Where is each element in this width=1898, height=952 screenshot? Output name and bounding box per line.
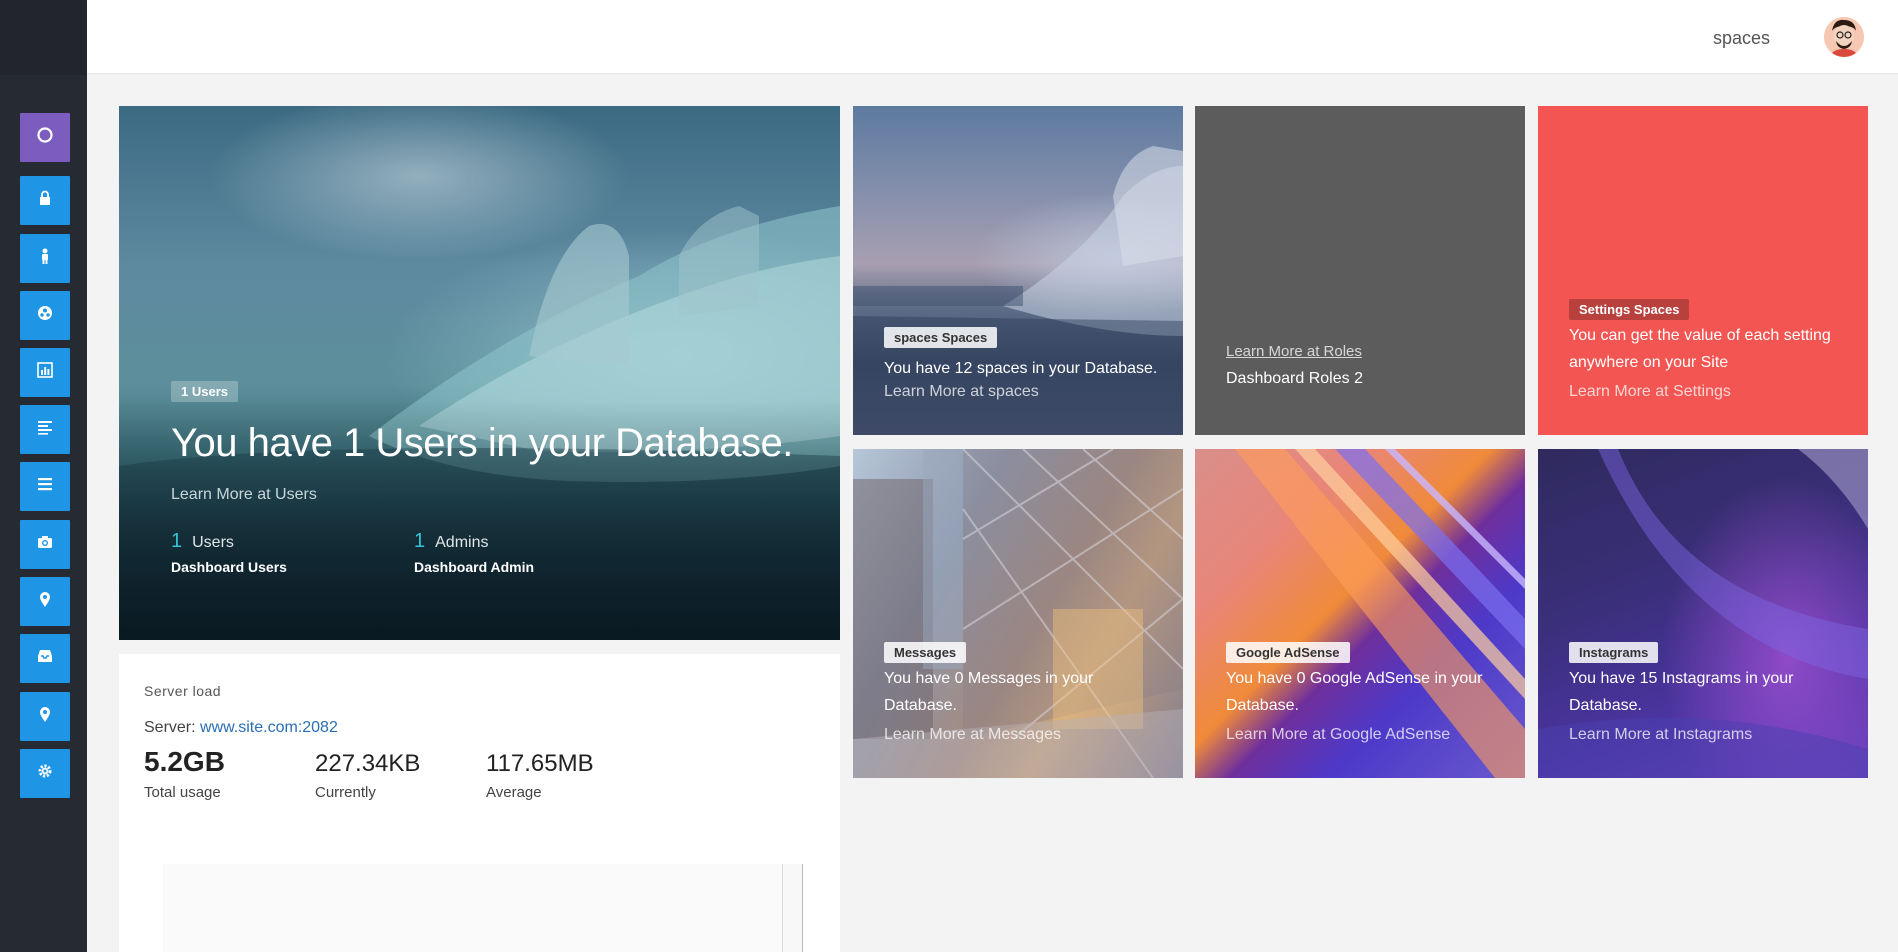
roles-tile[interactable]: Learn More at Roles Dashboard Roles 2 xyxy=(1195,106,1525,435)
location-icon xyxy=(36,705,54,728)
users-count-badge: 1 Users xyxy=(171,381,238,402)
metric-caption: Average xyxy=(486,784,542,801)
metric-value: 117.65MB xyxy=(486,750,594,777)
user-icon xyxy=(36,247,54,270)
metric-value: 227.34KB xyxy=(315,750,421,777)
adsense-tile[interactable]: Google AdSense You have 0 Google AdSense… xyxy=(1195,449,1525,778)
metric-value: 5.2GB xyxy=(144,746,225,777)
sidebar xyxy=(0,0,87,952)
server-load-chart xyxy=(163,864,803,952)
instagrams-badge: Instagrams xyxy=(1569,642,1659,663)
spaces-text: You have 12 spaces in your Database. xyxy=(884,360,1158,377)
adsense-badge: Google AdSense xyxy=(1226,642,1350,663)
learn-more-adsense-link[interactable]: Learn More at Google AdSense xyxy=(1226,726,1450,744)
map-pin-icon xyxy=(36,590,54,613)
admins-stat-label: Admins xyxy=(435,534,489,551)
camera-icon xyxy=(36,533,54,556)
metric-currently: 227.34KB Currently xyxy=(315,746,420,801)
circle-icon xyxy=(36,126,54,149)
sidebar-item-settings[interactable] xyxy=(20,749,70,798)
instagrams-tile[interactable]: Instagrams You have 15 Instagrams in you… xyxy=(1538,449,1868,778)
sidebar-item-globe[interactable] xyxy=(20,291,70,340)
globe-icon xyxy=(36,304,54,327)
metric-caption: Currently xyxy=(315,784,376,801)
spaces-tile[interactable]: spaces Spaces You have 12 spaces in your… xyxy=(853,106,1183,435)
gear-icon xyxy=(36,762,54,785)
dashboard-roles-text: Dashboard Roles 2 xyxy=(1226,370,1363,387)
dashboard-admin-link[interactable]: Dashboard Admin xyxy=(414,559,534,575)
learn-more-instagrams-link[interactable]: Learn More at Instagrams xyxy=(1569,726,1752,744)
messages-tile[interactable]: Messages You have 0 Messages in your Dat… xyxy=(853,449,1183,778)
users-stat-number: 1 xyxy=(171,530,183,552)
settings-text: You can get the value of each setting an… xyxy=(1569,327,1831,371)
sidebar-item-location[interactable] xyxy=(20,692,70,741)
learn-more-roles-link[interactable]: Learn More at Roles xyxy=(1226,343,1362,360)
metric-total-usage: 5.2GB Total usage xyxy=(144,746,225,801)
sidebar-item-chart[interactable] xyxy=(20,348,70,397)
messages-text: You have 0 Messages in your Database. xyxy=(884,670,1094,714)
menu-icon xyxy=(36,475,54,498)
learn-more-users-link[interactable]: Learn More at Users xyxy=(171,486,317,504)
sidebar-item-menu[interactable] xyxy=(20,462,70,511)
server-load-title: Server load xyxy=(144,683,222,699)
sidebar-item-user[interactable] xyxy=(20,234,70,283)
server-host-line: Server: www.site.com:2082 xyxy=(144,719,338,737)
avatar[interactable] xyxy=(1824,17,1864,57)
metric-average: 117.65MB Average xyxy=(486,746,594,801)
sidebar-item-map[interactable] xyxy=(20,577,70,626)
settings-tile[interactable]: Settings Spaces You can get the value of… xyxy=(1538,106,1868,435)
server-host-link[interactable]: www.site.com:2082 xyxy=(200,719,338,736)
messages-badge: Messages xyxy=(884,642,967,663)
learn-more-messages-link[interactable]: Learn More at Messages xyxy=(884,726,1061,744)
settings-badge: Settings Spaces xyxy=(1569,299,1690,320)
spaces-badge: spaces Spaces xyxy=(884,327,998,348)
users-stat-label: Users xyxy=(192,534,234,551)
dashboard-users-link[interactable]: Dashboard Users xyxy=(171,559,287,575)
metric-caption: Total usage xyxy=(144,784,221,801)
learn-more-spaces-link[interactable]: Learn More at spaces xyxy=(884,383,1039,401)
inbox-icon xyxy=(36,647,54,670)
admins-stat-number: 1 xyxy=(414,530,426,552)
learn-more-settings-link[interactable]: Learn More at Settings xyxy=(1569,383,1731,401)
server-prefix: Server: xyxy=(144,719,201,736)
lock-icon xyxy=(36,189,54,212)
server-load-chart-area xyxy=(163,864,783,952)
admins-stat[interactable]: 1 Admins Dashboard Admin xyxy=(414,530,534,575)
list-icon xyxy=(36,418,54,441)
users-hero-card[interactable]: 1 Users You have 1 Users in your Databas… xyxy=(119,106,840,640)
server-load-panel: Server load Server: www.site.com:2082 5.… xyxy=(119,654,840,952)
sidebar-item-inbox[interactable] xyxy=(20,634,70,683)
sidebar-header xyxy=(0,0,87,75)
topbar: spaces xyxy=(87,0,1898,74)
instagrams-text: You have 15 Instagrams in your Database. xyxy=(1569,670,1794,714)
sidebar-item-home[interactable] xyxy=(20,113,70,162)
users-stat[interactable]: 1 Users Dashboard Users xyxy=(171,530,287,575)
sidebar-item-lock[interactable] xyxy=(20,176,70,225)
adsense-text: You have 0 Google AdSense in your Databa… xyxy=(1226,670,1483,714)
hero-title: You have 1 Users in your Database. xyxy=(171,421,793,465)
user-name-label[interactable]: spaces xyxy=(1713,28,1770,49)
chart-icon xyxy=(36,361,54,384)
sidebar-item-camera[interactable] xyxy=(20,520,70,569)
sidebar-item-list[interactable] xyxy=(20,405,70,454)
